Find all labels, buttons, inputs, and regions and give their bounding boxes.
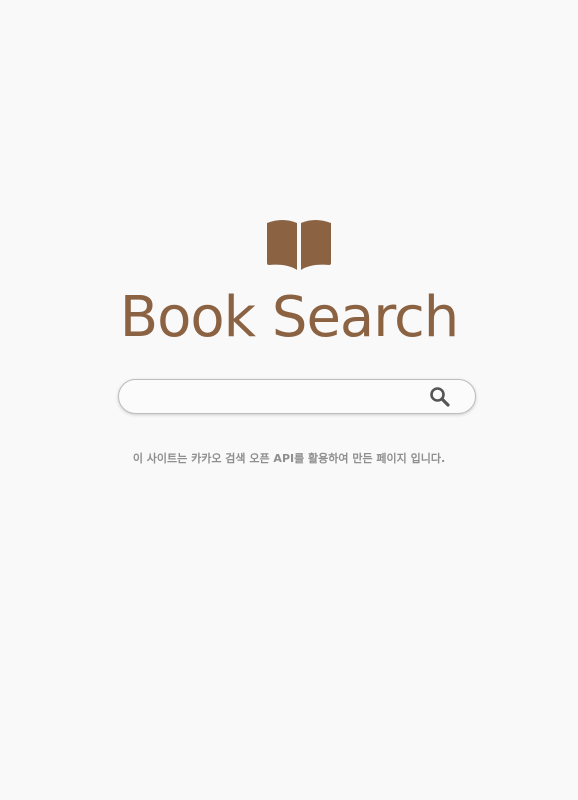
search-icon (429, 387, 451, 411)
open-book-icon (266, 219, 332, 271)
api-notice: 이 사이트는 카카오 검색 오픈 API를 활용하여 만든 페이지 입니다. (132, 452, 446, 465)
search-button[interactable] (429, 386, 451, 408)
search-input[interactable] (133, 384, 427, 411)
home-page: Book Search 이 사이트는 카카오 검색 오픈 API를 활용하여 만… (0, 0, 578, 800)
search-bar (118, 379, 476, 414)
page-title: Book Search (119, 285, 460, 350)
